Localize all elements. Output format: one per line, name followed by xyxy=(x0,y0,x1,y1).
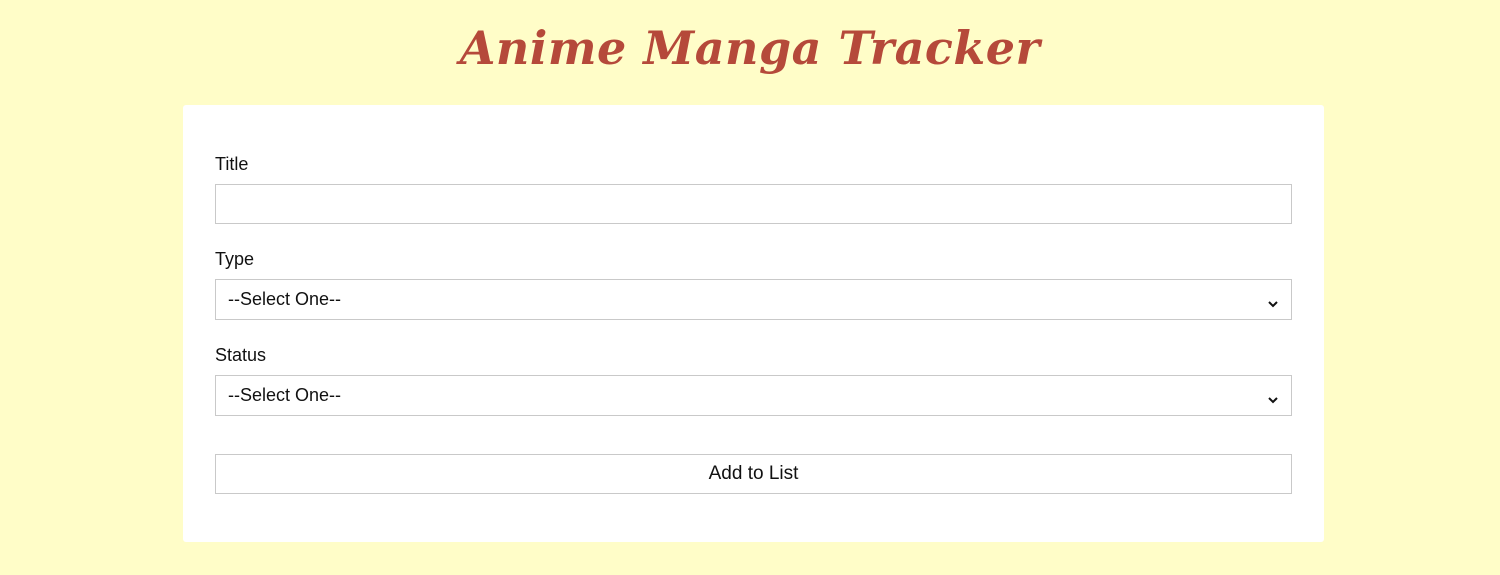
title-label: Title xyxy=(215,154,249,174)
page-title: Anime Manga Tracker xyxy=(459,21,1041,75)
type-select-value: --Select One-- xyxy=(228,289,342,309)
status-select-value: --Select One-- xyxy=(228,385,342,405)
type-select[interactable]: --Select One-- xyxy=(215,279,1292,320)
status-select[interactable]: --Select One-- xyxy=(215,375,1292,416)
tracker-form-card: Title Type --Select One-- Status --Selec… xyxy=(183,105,1324,542)
title-input[interactable] xyxy=(215,184,1292,224)
type-label: Type xyxy=(215,249,255,269)
chevron-down-icon xyxy=(1267,390,1279,403)
chevron-down-icon xyxy=(1267,294,1279,307)
add-to-list-button[interactable]: Add to List xyxy=(215,454,1292,494)
status-label: Status xyxy=(215,345,267,365)
